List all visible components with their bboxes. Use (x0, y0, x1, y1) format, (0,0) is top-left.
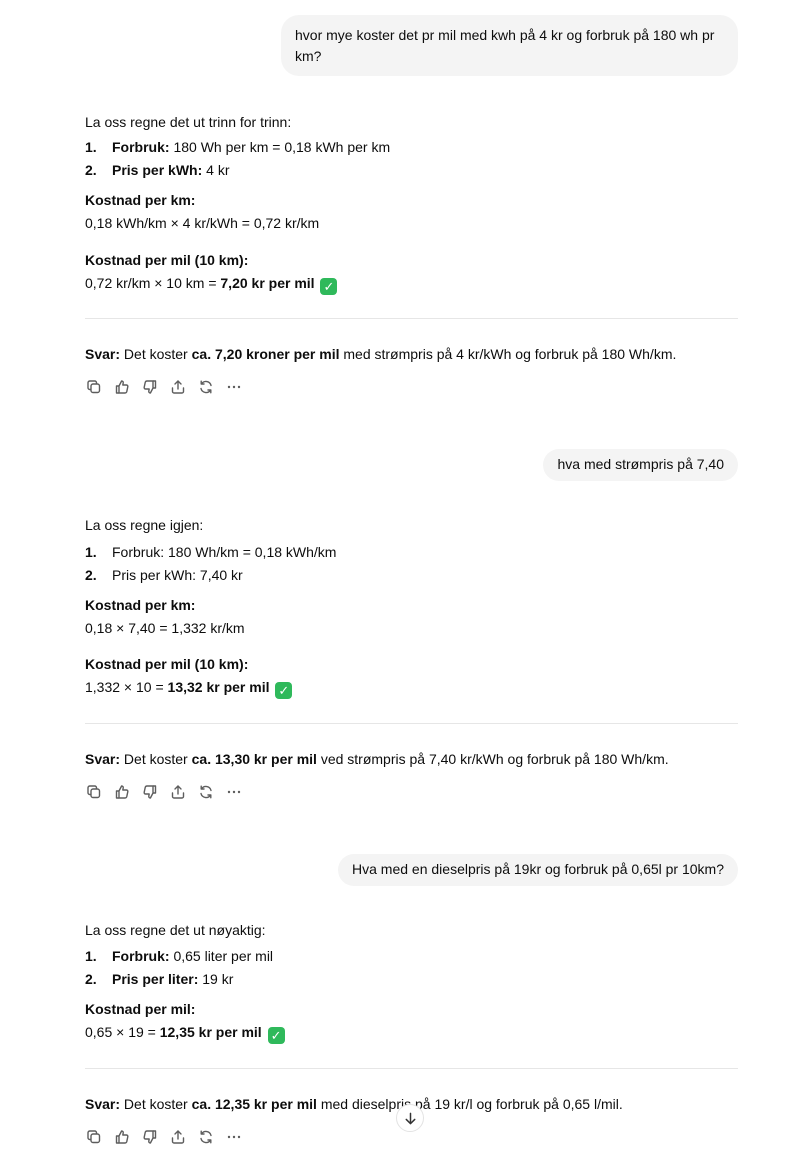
list-item: 2. Pris per kWh: 7,40 kr (85, 567, 243, 583)
thumbs-up-icon[interactable] (113, 783, 131, 801)
divider (85, 1068, 738, 1069)
calculation: 0,65 × 19 = 12,35 kr per mil ✓ (85, 1022, 285, 1044)
list-item: 1. Forbruk: 0,65 liter per mil (85, 948, 274, 964)
calculation: 1,332 × 10 = 13,32 kr per mil ✓ (85, 677, 293, 699)
share-icon[interactable] (169, 783, 187, 801)
regenerate-icon[interactable] (197, 378, 215, 396)
user-message-bubble: Hva med en dieselpris på 19kr og forbruk… (338, 854, 738, 886)
message-actions (85, 378, 243, 396)
list-item: 2. Pris per liter: 19 kr (85, 971, 234, 987)
list-item: 2. Pris per kWh: 4 kr (85, 162, 230, 178)
thumbs-up-icon[interactable] (113, 378, 131, 396)
share-icon[interactable] (169, 1128, 187, 1146)
answer-intro: La oss regne det ut nøyaktig: (85, 922, 266, 938)
calculation: 0,18 kWh/km × 4 kr/kWh = 0,72 kr/km (85, 215, 320, 231)
copy-icon[interactable] (85, 378, 103, 396)
copy-icon[interactable] (85, 1128, 103, 1146)
divider (85, 318, 738, 319)
regenerate-icon[interactable] (197, 1128, 215, 1146)
check-icon: ✓ (320, 278, 338, 295)
scroll-down-icon (403, 1111, 418, 1126)
answer-intro: La oss regne igjen: (85, 517, 204, 533)
thumbs-up-icon[interactable] (113, 1128, 131, 1146)
section-heading: Kostnad per km: (85, 597, 196, 613)
regenerate-icon[interactable] (197, 783, 215, 801)
check-icon: ✓ (267, 1027, 285, 1044)
check-icon: ✓ (275, 682, 293, 699)
user-message: hva med strømpris på 7,40 (543, 449, 738, 481)
user-message-bubble: hva med strømpris på 7,40 (543, 449, 738, 481)
user-message: hvor mye koster det pr mil med kwh på 4 … (281, 15, 738, 76)
answer-summary: Svar: Det koster ca. 7,20 kroner per mil… (85, 346, 677, 362)
section-heading: Kostnad per mil: (85, 1001, 196, 1017)
message-actions (85, 1128, 243, 1146)
more-icon[interactable] (225, 1128, 243, 1146)
user-message: Hva med en dieselpris på 19kr og forbruk… (338, 854, 738, 886)
calculation: 0,72 kr/km × 10 km = 7,20 kr per mil ✓ (85, 273, 338, 295)
list-item: 1. Forbruk: 180 Wh per km = 0,18 kWh per … (85, 139, 391, 155)
answer-summary: Svar: Det koster ca. 13,30 kr per mil ve… (85, 751, 669, 767)
more-icon[interactable] (225, 783, 243, 801)
thumbs-down-icon[interactable] (141, 378, 159, 396)
section-heading: Kostnad per mil (10 km): (85, 252, 249, 268)
list-item: 1. Forbruk: 180 Wh/km = 0,18 kWh/km (85, 544, 337, 560)
section-heading: Kostnad per mil (10 km): (85, 656, 249, 672)
more-icon[interactable] (225, 378, 243, 396)
assistant-message: La oss regne igjen: 1. Forbruk: 180 Wh/km… (85, 515, 738, 805)
thumbs-down-icon[interactable] (141, 1128, 159, 1146)
calculation: 0,18 × 7,40 = 1,332 kr/km (85, 620, 245, 636)
section-heading: Kostnad per km: (85, 192, 196, 208)
answer-summary: Svar: Det koster ca. 12,35 kr per mil me… (85, 1096, 623, 1112)
message-actions (85, 783, 243, 801)
assistant-message: La oss regne det ut trinn for trinn: 1. F… (85, 112, 738, 402)
user-message-bubble: hvor mye koster det pr mil med kwh på 4 … (281, 15, 738, 76)
share-icon[interactable] (169, 378, 187, 396)
copy-icon[interactable] (85, 783, 103, 801)
answer-intro: La oss regne det ut trinn for trinn: (85, 114, 292, 130)
thumbs-down-icon[interactable] (141, 783, 159, 801)
scroll-down-button[interactable] (396, 1104, 424, 1132)
divider (85, 723, 738, 724)
